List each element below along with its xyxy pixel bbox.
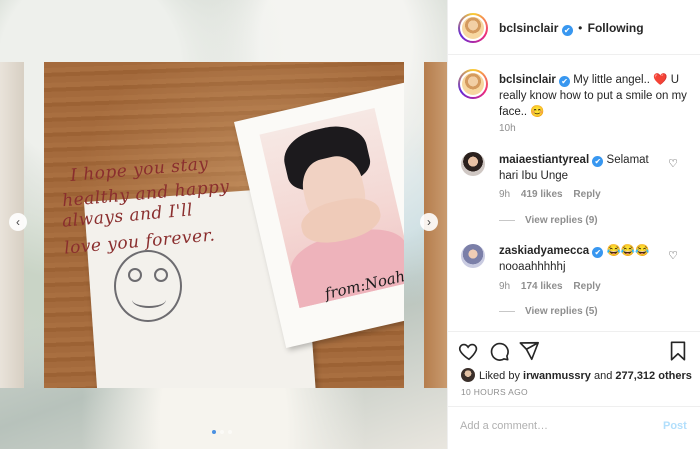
share-icon[interactable] [518, 340, 540, 362]
heart-icon[interactable] [458, 340, 480, 362]
carousel-prev-button[interactable]: ‹ [9, 213, 27, 231]
comment-likes-count[interactable]: 174 likes [521, 281, 563, 292]
comment-reply-button[interactable]: Reply [573, 189, 600, 200]
liker-avatar[interactable] [461, 368, 475, 382]
comment-age[interactable]: 9h [499, 281, 510, 292]
likes-count-link[interactable]: 277,312 others [615, 370, 691, 382]
post-comment-button[interactable]: Post [663, 420, 687, 432]
liker-username-link[interactable]: irwanmussry [523, 370, 591, 382]
view-replies-button[interactable]: View replies (9) [499, 215, 598, 226]
comment-meta: 9h 174 likes Reply [499, 281, 601, 292]
comment-age[interactable]: 9h [499, 189, 510, 200]
comment-reply-button[interactable]: Reply [573, 281, 600, 292]
carousel-dot [228, 430, 232, 434]
caption: bclsinclair ✔ My little angel.. ❤️ U rea… [499, 72, 691, 120]
carousel-next-button[interactable]: › [420, 213, 438, 231]
author-avatar[interactable] [458, 13, 488, 43]
following-button[interactable]: Following [588, 21, 644, 35]
caption-author-avatar[interactable] [458, 69, 488, 99]
comment-like-heart-icon[interactable]: ♡ [668, 157, 678, 170]
comment-username-link[interactable]: zaskiadyamecca [499, 245, 589, 257]
smiley-drawing [114, 250, 182, 322]
post-timestamp[interactable]: 10 HOURS AGO [461, 387, 528, 397]
comment: zaskiadyamecca ✔ 😂😂😂 nooaahhhhhj [499, 243, 669, 275]
separator-dot: • [578, 21, 583, 35]
commenter-avatar[interactable] [461, 152, 485, 176]
comment-username-link[interactable]: maiaestiantyreal [499, 154, 589, 166]
post-media-area: I hope you stay healthy and happy always… [0, 0, 447, 449]
comment-likes-count[interactable]: 419 likes [521, 189, 563, 200]
comment-icon[interactable] [488, 340, 510, 362]
add-comment-bar: Post [448, 406, 700, 449]
carousel-dot [220, 430, 224, 434]
caption-username-link[interactable]: bclsinclair [499, 74, 556, 86]
carousel-dot-active [212, 430, 216, 434]
header-user-line: bclsinclair ✔ • Following [499, 21, 644, 36]
caption-age[interactable]: 10h [499, 123, 516, 134]
post-header: bclsinclair ✔ • Following [448, 0, 700, 55]
comment: maiaestiantyreal ✔ Selamat hari Ibu Unge [499, 152, 669, 184]
author-username-link[interactable]: bclsinclair [499, 21, 558, 35]
handwritten-message: I hope you stay healthy and happy always… [44, 62, 404, 388]
verified-badge-icon: ✔ [559, 76, 571, 87]
verified-badge-icon: ✔ [592, 156, 604, 167]
post-side-panel: bclsinclair ✔ • Following bclsinclair ✔ … [447, 0, 700, 449]
liked-by-summary: Liked by irwanmussry and 277,312 others [461, 368, 692, 383]
comment-like-heart-icon[interactable]: ♡ [668, 249, 678, 262]
carousel-dots [212, 430, 232, 434]
add-comment-input[interactable] [460, 420, 650, 432]
verified-badge-icon: ✔ [561, 25, 573, 36]
view-replies-button[interactable]: View replies (5) [499, 306, 598, 317]
comment-meta: 9h 419 likes Reply [499, 189, 601, 200]
bookmark-icon[interactable] [667, 340, 689, 362]
verified-badge-icon: ✔ [592, 247, 604, 258]
post-photo[interactable]: I hope you stay healthy and happy always… [44, 62, 404, 388]
commenter-avatar[interactable] [461, 244, 485, 268]
